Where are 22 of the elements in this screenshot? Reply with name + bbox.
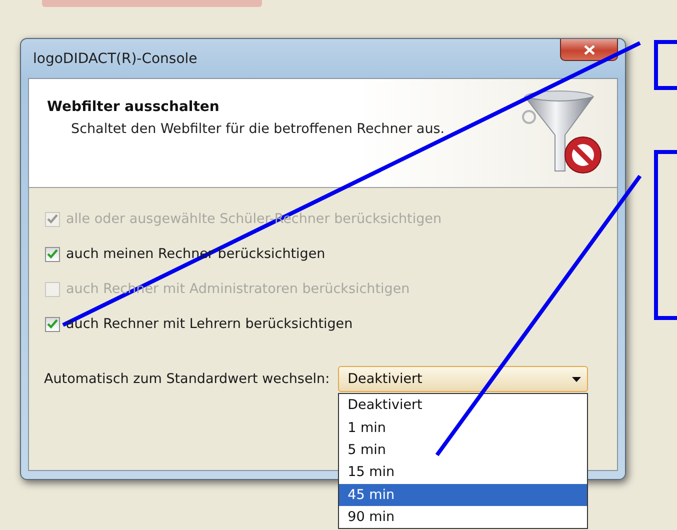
dropdown-option[interactable]: 5 min: [338, 438, 587, 462]
callout-box: [654, 40, 677, 90]
checkbox-label: auch Rechner mit Lehrern berücksichtigen: [66, 316, 353, 332]
dropdown-option[interactable]: 90 min: [338, 506, 587, 528]
header-description: Schaltet den Webfilter für die betroffenen Rechner aus.: [70, 121, 445, 137]
window-title: logoDIDACT(R)-Console: [32, 50, 198, 66]
checkbox[interactable]: [45, 316, 60, 332]
checkmark-icon: [47, 214, 58, 224]
dropdown-option[interactable]: 1 min: [338, 416, 587, 439]
dropdown-value: Deaktiviert: [348, 371, 422, 387]
dropdown-option[interactable]: 45 min: [338, 484, 587, 506]
close-button[interactable]: [560, 39, 618, 61]
dropdown-option[interactable]: Deaktiviert: [338, 394, 587, 416]
checkmark-icon: [47, 319, 58, 329]
header-title: Webfilter ausschalten: [47, 99, 220, 115]
checkmark-icon: [47, 249, 58, 259]
caret-icon: [572, 376, 581, 382]
checkbox[interactable]: [45, 246, 60, 262]
auto-switch-label: Automatisch zum Standardwert wechseln:: [44, 371, 330, 387]
interval-dropdown[interactable]: Deaktiviert: [338, 366, 588, 392]
dropdown-option[interactable]: 15 min: [338, 461, 587, 484]
close-icon: [584, 44, 594, 54]
